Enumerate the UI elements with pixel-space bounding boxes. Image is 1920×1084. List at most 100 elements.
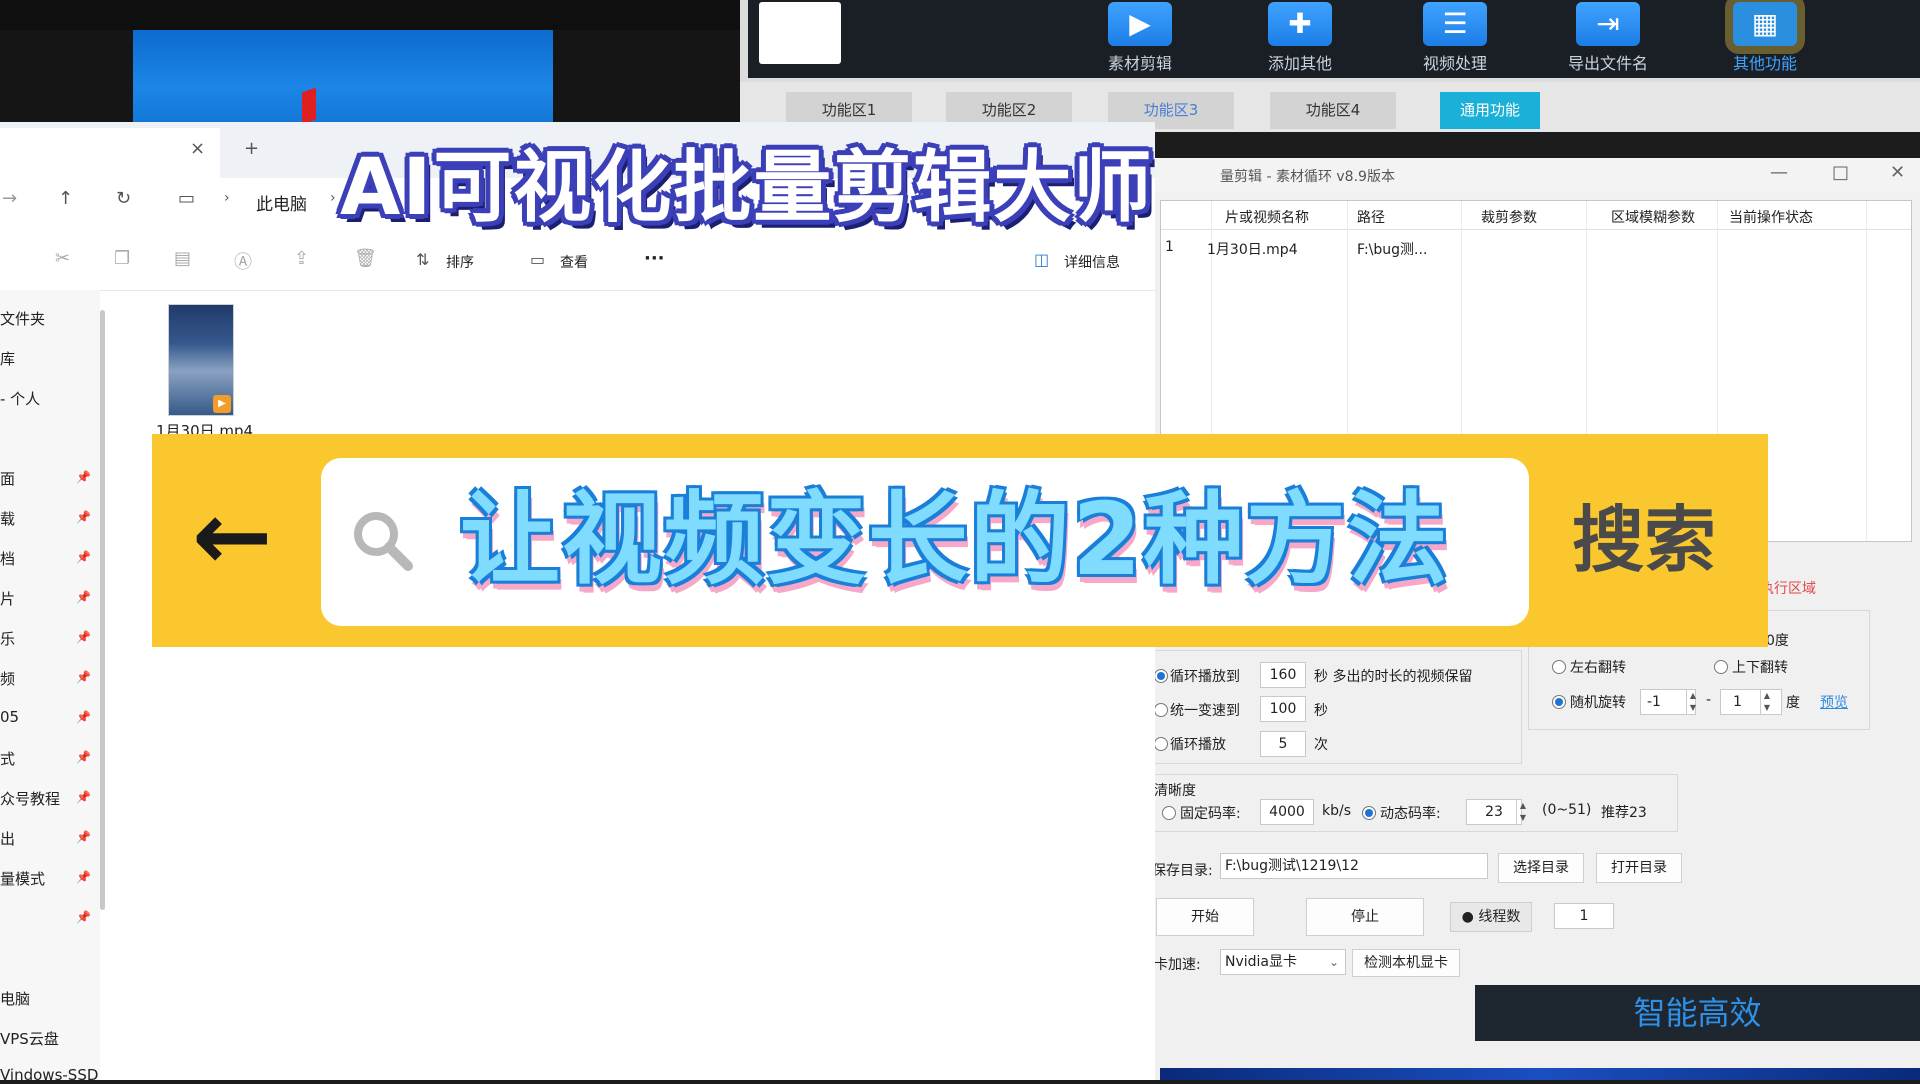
loop-to-input[interactable]: 160 [1260, 662, 1306, 688]
headline-title: AI可视化批量剪辑大师 [340, 143, 1154, 233]
rotate-max-stepper[interactable]: ▲ ▼ [1760, 690, 1773, 714]
fixed-rate-radio[interactable] [1162, 806, 1176, 820]
close-icon[interactable]: ✕ [1890, 162, 1905, 183]
sidebar-item[interactable]: 载 [0, 508, 15, 529]
breadcrumb-chevron-icon: › [224, 190, 230, 206]
flip-lr-radio[interactable] [1552, 660, 1566, 674]
minimize-icon[interactable]: — [1770, 162, 1788, 183]
tab-area-4[interactable]: 功能区4 [1270, 92, 1396, 129]
sidebar-item[interactable]: 频 [0, 668, 15, 689]
sidebar-item[interactable]: 文件夹 [0, 308, 45, 329]
fixed-rate-input[interactable]: 4000 [1260, 799, 1314, 825]
tab-general[interactable]: 通用功能 [1440, 92, 1540, 129]
tab-add-icon[interactable]: + [244, 138, 259, 159]
sidebar-item[interactable]: 量模式 [0, 868, 45, 889]
sidebar-item[interactable]: 05 [0, 708, 19, 726]
maximize-icon[interactable]: □ [1832, 162, 1849, 183]
flip-ud-label: 上下翻转 [1732, 660, 1788, 676]
rotate-min-stepper[interactable]: ▲ ▼ [1686, 690, 1699, 714]
paste-icon[interactable]: ▤ [174, 248, 191, 269]
tool-add-other[interactable]: ✚ 添加其他 [1240, 0, 1360, 78]
rotate-radio[interactable] [1552, 695, 1566, 709]
rate-range: (0~51) [1542, 802, 1592, 818]
editor-title: 量剪辑 - 素材循环 v8.9版本 [1220, 169, 1395, 185]
speed-radio[interactable] [1154, 703, 1168, 717]
sidebar-scrollbar[interactable] [100, 310, 105, 910]
recommend-text: 推荐23 [1601, 805, 1647, 821]
rename-icon[interactable]: Ⓐ [234, 248, 252, 274]
cut-icon[interactable]: ✂ [55, 248, 70, 269]
row-path: F:\bug测... [1357, 242, 1428, 258]
sidebar-item[interactable]: 出 [0, 828, 15, 849]
sidebar-item[interactable]: - 个人 [0, 388, 40, 409]
stop-button[interactable]: 停止 [1306, 898, 1424, 936]
play-icon: ▶ [1108, 2, 1172, 46]
threads-input[interactable]: 1 [1554, 903, 1614, 929]
share-icon[interactable]: ⇪ [294, 248, 309, 269]
dynamic-rate-radio[interactable] [1362, 806, 1376, 820]
pin-icon: 📌 [76, 590, 91, 604]
dynamic-rate-input[interactable]: 23 [1466, 799, 1522, 825]
sort-button[interactable]: 排序 [446, 252, 474, 272]
exec-area-label: 执行区域 [1760, 581, 1816, 597]
table-header: 片或视频名称 路径 裁剪参数 区域模糊参数 当前操作状态 [1161, 201, 1911, 230]
tool-video-process[interactable]: ☰ 视频处理 [1395, 0, 1515, 78]
pin-icon: 📌 [76, 630, 91, 644]
apps-icon: ▦ [1733, 2, 1797, 46]
video-preview [133, 30, 553, 125]
sidebar-item[interactable]: 众号教程 [0, 788, 60, 809]
save-dir-input[interactable]: F:\bug测试\1219\12 [1220, 853, 1488, 879]
gpu-select-value: Nvidia显卡 [1225, 954, 1298, 970]
sidebar-item[interactable]: 片 [0, 588, 15, 609]
search-button[interactable]: 搜索 [1572, 490, 1732, 590]
open-dir-button[interactable]: 打开目录 [1596, 853, 1682, 883]
loop-radio[interactable] [1154, 737, 1168, 751]
flip-ud-radio[interactable] [1714, 660, 1728, 674]
tool-export-filename[interactable]: ⇥ 导出文件名 [1548, 0, 1668, 78]
loop-input[interactable]: 5 [1260, 731, 1306, 757]
sidebar-item[interactable]: 库 [0, 348, 15, 369]
copy-icon[interactable]: ❐ [114, 248, 130, 269]
refresh-icon[interactable]: ↻ [116, 188, 131, 209]
taskbar-strip [1160, 1068, 1920, 1080]
breadcrumb[interactable]: 此电脑 [256, 190, 307, 215]
pin-icon: 📌 [76, 550, 91, 564]
dynamic-rate-stepper[interactable]: ▲ ▼ [1516, 800, 1529, 824]
flag-figure [302, 87, 316, 125]
sidebar-item[interactable]: 面 [0, 468, 15, 489]
gpu-select[interactable]: Nvidia显卡 ⌄ [1220, 949, 1346, 975]
sidebar-item[interactable]: 乐 [0, 628, 15, 649]
export-icon: ⇥ [1576, 2, 1640, 46]
forward-icon[interactable]: → [2, 188, 17, 209]
gpu-label: 卡加速: [1154, 957, 1201, 973]
speed-input[interactable]: 100 [1260, 696, 1306, 722]
video-file-thumbnail[interactable]: ▶ [168, 304, 234, 416]
start-button[interactable]: 开始 [1156, 898, 1254, 936]
chevron-down-icon: ⌄ [1328, 955, 1339, 969]
sidebar-item[interactable]: VPS云盘 [0, 1028, 59, 1049]
tab-close-icon[interactable]: × [190, 138, 205, 159]
pin-icon: 📌 [76, 510, 91, 524]
up-icon[interactable]: ↑ [58, 188, 73, 209]
clarity-label: 清晰度 [1154, 783, 1196, 799]
pin-icon: 📌 [76, 870, 91, 884]
sidebar-item[interactable]: 档 [0, 548, 15, 569]
pin-icon: 📌 [76, 670, 91, 684]
preview-link[interactable]: 预览 [1820, 692, 1848, 712]
sidebar-item[interactable]: Vindows-SSD [0, 1066, 98, 1084]
details-button[interactable]: 详细信息 [1064, 252, 1120, 272]
tool-material-edit[interactable]: ▶ 素材剪辑 [1080, 0, 1200, 78]
pin-icon: 📌 [76, 910, 91, 924]
pin-icon: 📌 [76, 470, 91, 484]
rotate-unit: 度 [1786, 695, 1800, 711]
explorer-tab[interactable] [0, 128, 220, 178]
sidebar-item[interactable]: 式 [0, 748, 15, 769]
sidebar-item[interactable]: 电脑 [0, 988, 30, 1009]
loop-to-radio[interactable] [1154, 669, 1168, 683]
choose-dir-button[interactable]: 选择目录 [1498, 853, 1584, 883]
detect-gpu-button[interactable]: 检测本机显卡 [1352, 949, 1460, 977]
tool-other-functions[interactable]: ▦ 其他功能 [1705, 0, 1825, 78]
rate-unit: kb/s [1322, 803, 1352, 819]
back-arrow-icon[interactable]: ← [192, 486, 292, 586]
view-button[interactable]: 查看 [560, 252, 588, 272]
